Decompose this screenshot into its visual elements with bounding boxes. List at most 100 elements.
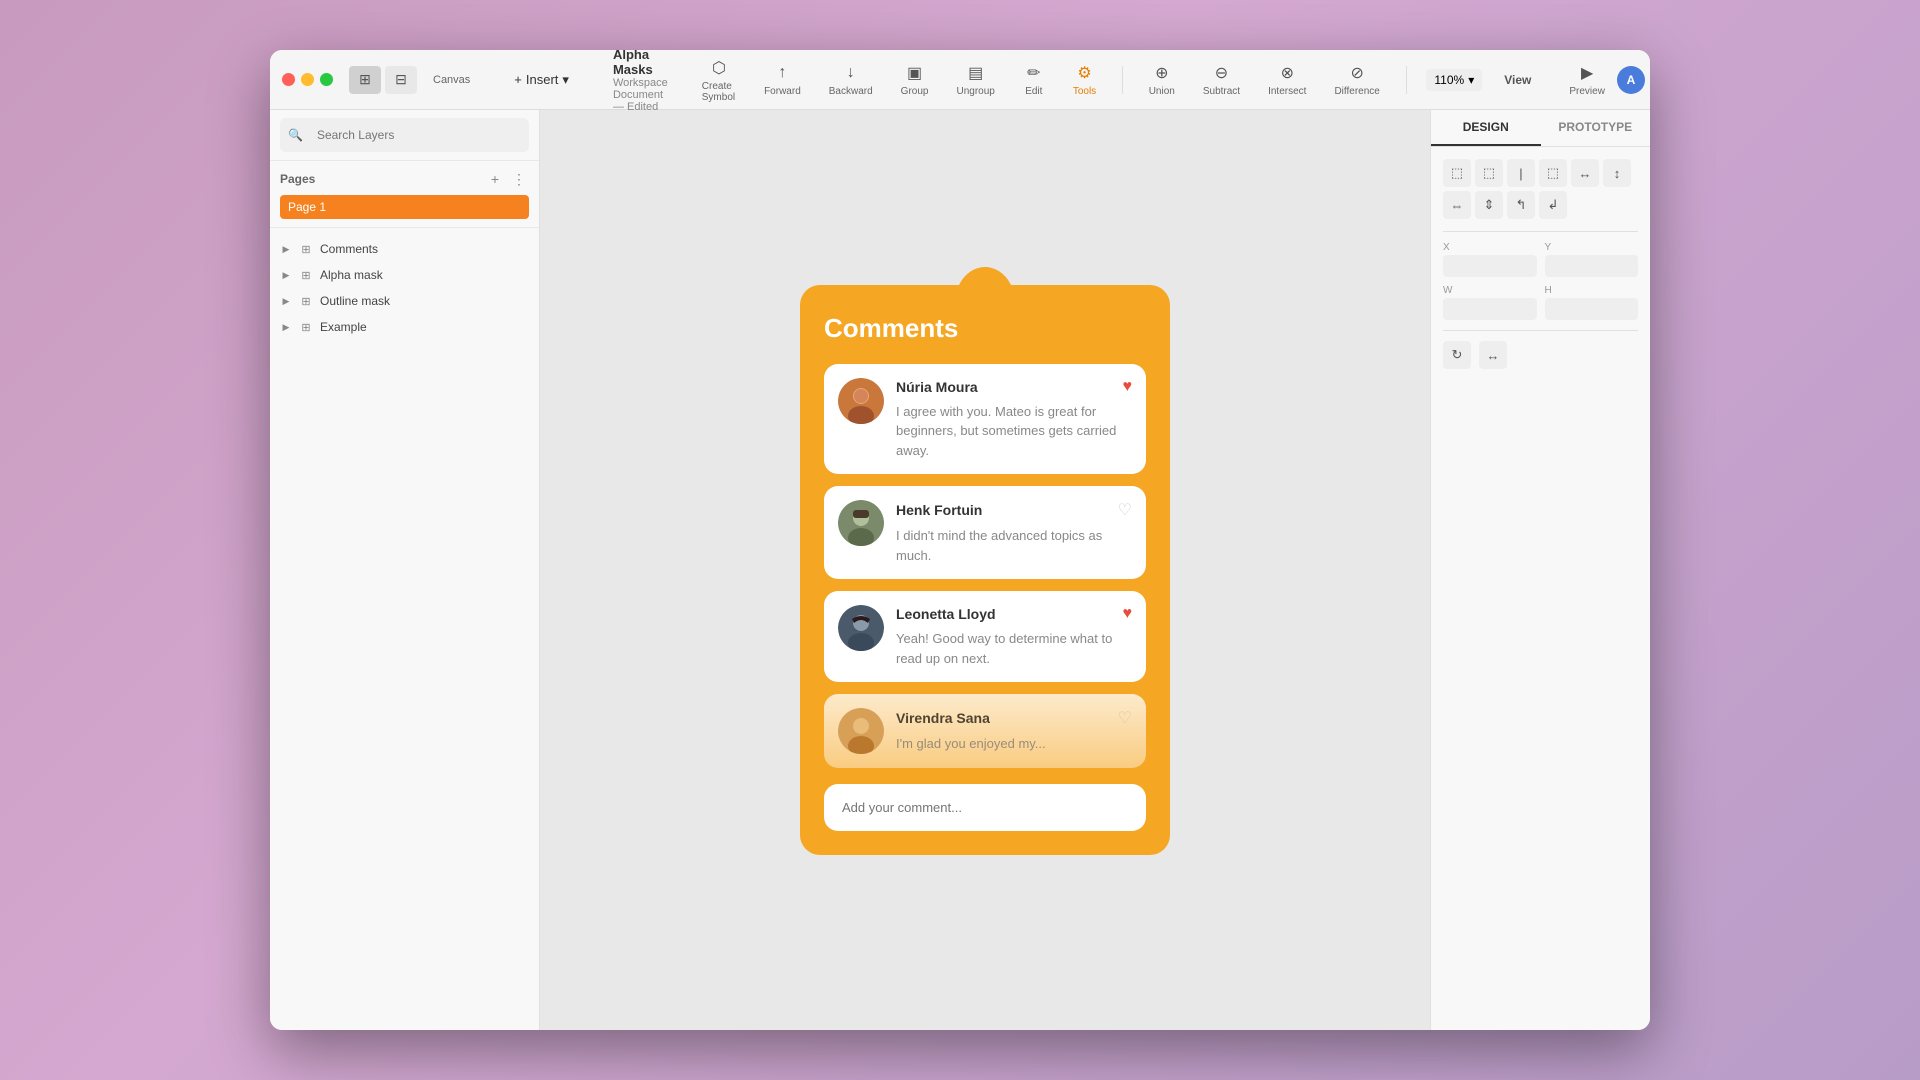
pages-header: Pages + ⋮ bbox=[280, 169, 529, 189]
y-field: Y bbox=[1545, 242, 1639, 277]
comment-header-virendra: Virendra Sana ♡ bbox=[896, 708, 1132, 728]
preview-icon: ▶ bbox=[1576, 62, 1598, 84]
tools-tool[interactable]: ⚙ Tools bbox=[1067, 60, 1102, 99]
create-symbol-icon: ⬡ bbox=[708, 57, 730, 79]
x-input[interactable] bbox=[1443, 255, 1537, 277]
heart-icon-henk[interactable]: ♡ bbox=[1118, 500, 1132, 520]
intersect-icon: ⊗ bbox=[1276, 62, 1298, 84]
forward-tool[interactable]: ↑ Forward bbox=[758, 60, 807, 99]
avatar-nuria bbox=[838, 378, 884, 424]
subtract-icon: ⊖ bbox=[1210, 62, 1232, 84]
page-item-page1[interactable]: Page 1 bbox=[280, 195, 529, 219]
preview-tool[interactable]: ▶ Preview bbox=[1569, 62, 1605, 97]
align-left-btn[interactable]: ⬚ bbox=[1443, 159, 1471, 187]
comment-text-leonetta: Yeah! Good way to determine what to read… bbox=[896, 629, 1132, 668]
ungroup-label: Ungroup bbox=[956, 86, 994, 97]
subtract-label: Subtract bbox=[1203, 86, 1240, 97]
rotate-icon[interactable]: ↻ bbox=[1443, 341, 1471, 369]
ungroup-tool[interactable]: ▤ Ungroup bbox=[950, 60, 1000, 99]
align-middle-btn[interactable]: ↔ bbox=[1571, 159, 1599, 187]
layer-item-outline-mask[interactable]: ▶ ⊞ Outline mask bbox=[270, 288, 539, 314]
flip-h-btn[interactable]: ↰ bbox=[1507, 191, 1535, 219]
backward-icon: ↓ bbox=[840, 62, 862, 84]
zoom-chevron-icon: ▾ bbox=[1468, 73, 1474, 87]
flip-icon[interactable]: ↔ bbox=[1479, 341, 1507, 369]
w-input[interactable] bbox=[1443, 298, 1537, 320]
distribute-v-btn[interactable]: ⇕ bbox=[1475, 191, 1503, 219]
union-tool[interactable]: ⊕ Union bbox=[1143, 60, 1181, 99]
difference-tool[interactable]: ⊘ Difference bbox=[1328, 60, 1385, 99]
forward-icon: ↑ bbox=[771, 62, 793, 84]
ungroup-icon: ▤ bbox=[965, 62, 987, 84]
group-label: Group bbox=[901, 86, 929, 97]
zoom-control[interactable]: 110% ▾ bbox=[1426, 69, 1482, 91]
pages-section: Pages + ⋮ Page 1 bbox=[270, 161, 539, 228]
insert-button[interactable]: + Insert ▾ bbox=[506, 68, 577, 92]
h-input[interactable] bbox=[1545, 298, 1639, 320]
align-top-btn[interactable]: ⬚ bbox=[1539, 159, 1567, 187]
layer-expand-icon: ▶ bbox=[280, 295, 292, 307]
layer-group-icon: ⊞ bbox=[298, 267, 314, 283]
distribute-h-btn[interactable]: ⇔ bbox=[1443, 191, 1471, 219]
add-comment-input[interactable] bbox=[824, 784, 1146, 831]
pages-actions: + ⋮ bbox=[485, 169, 529, 189]
align-center-btn[interactable]: ⬚ bbox=[1475, 159, 1503, 187]
layer-item-example[interactable]: ▶ ⊞ Example bbox=[270, 314, 539, 340]
flip-v-btn[interactable]: ↲ bbox=[1539, 191, 1567, 219]
layer-group-icon: ⊞ bbox=[298, 319, 314, 335]
canvas-single-view-btn[interactable]: ⊞ bbox=[349, 66, 381, 94]
pages-more-button[interactable]: ⋮ bbox=[509, 169, 529, 189]
heart-icon-virendra[interactable]: ♡ bbox=[1118, 708, 1132, 728]
preview-label: Preview bbox=[1569, 86, 1605, 97]
user-avatar[interactable]: A bbox=[1617, 66, 1645, 94]
edit-tool[interactable]: ✏ Edit bbox=[1017, 60, 1051, 99]
search-layers-input[interactable] bbox=[309, 123, 521, 147]
comment-header-leonetta: Leonetta Lloyd ♥ bbox=[896, 605, 1132, 623]
canvas-grid-view-btn[interactable]: ⊟ bbox=[385, 66, 417, 94]
y-input[interactable] bbox=[1545, 255, 1639, 277]
comment-text-nuria: I agree with you. Mateo is great for beg… bbox=[896, 402, 1132, 461]
add-page-button[interactable]: + bbox=[485, 169, 505, 189]
intersect-label: Intersect bbox=[1268, 86, 1306, 97]
subtract-tool[interactable]: ⊖ Subtract bbox=[1197, 60, 1246, 99]
tools-label: Tools bbox=[1073, 86, 1096, 97]
tab-prototype[interactable]: PROTOTYPE bbox=[1541, 110, 1651, 146]
comment-body-leonetta: Leonetta Lloyd ♥ Yeah! Good way to deter… bbox=[896, 605, 1132, 668]
layer-item-comments[interactable]: ▶ ⊞ Comments bbox=[270, 236, 539, 262]
main-content: 🔍 Pages + ⋮ Page 1 ▶ bbox=[270, 110, 1650, 1030]
comment-header-nuria: Núria Moura ♥ bbox=[896, 378, 1132, 396]
difference-icon: ⊘ bbox=[1346, 62, 1368, 84]
backward-tool[interactable]: ↓ Backward bbox=[823, 60, 879, 99]
view-tool[interactable]: View bbox=[1498, 71, 1537, 89]
create-symbol-tool[interactable]: ⬡ Create Symbol bbox=[696, 55, 742, 105]
h-label: H bbox=[1545, 285, 1639, 296]
traffic-light-close[interactable] bbox=[282, 73, 295, 86]
layer-group-icon: ⊞ bbox=[298, 293, 314, 309]
intersect-tool[interactable]: ⊗ Intersect bbox=[1262, 60, 1312, 99]
align-right-btn[interactable]: | bbox=[1507, 159, 1535, 187]
traffic-light-fullscreen[interactable] bbox=[320, 73, 333, 86]
tools-icon: ⚙ bbox=[1074, 62, 1096, 84]
canvas-label: Canvas bbox=[433, 74, 470, 86]
size-row: W H bbox=[1443, 285, 1638, 320]
traffic-lights bbox=[282, 73, 333, 86]
heart-icon-leonetta[interactable]: ♥ bbox=[1123, 605, 1133, 623]
align-bottom-btn[interactable]: ↕ bbox=[1603, 159, 1631, 187]
section-divider-2 bbox=[1443, 330, 1638, 331]
doc-info: Alpha Masks Workspace Document — Edited bbox=[613, 50, 668, 113]
avatar-virendra bbox=[838, 708, 884, 754]
traffic-light-minimize[interactable] bbox=[301, 73, 314, 86]
comment-body-virendra: Virendra Sana ♡ I'm glad you enjoyed my.… bbox=[896, 708, 1132, 754]
view-label: View bbox=[1504, 73, 1531, 87]
layer-item-alpha-mask[interactable]: ▶ ⊞ Alpha mask bbox=[270, 262, 539, 288]
heart-icon-nuria[interactable]: ♥ bbox=[1123, 378, 1133, 396]
doc-subtitle: Workspace Document — Edited bbox=[613, 77, 668, 113]
comment-body-henk: Henk Fortuin ♡ I didn't mind the advance… bbox=[896, 500, 1132, 565]
edit-icon: ✏ bbox=[1023, 62, 1045, 84]
union-icon: ⊕ bbox=[1151, 62, 1173, 84]
tab-design[interactable]: DESIGN bbox=[1431, 110, 1541, 146]
group-tool[interactable]: ▣ Group bbox=[895, 60, 935, 99]
app-window: ⊞ ⊟ Canvas + Insert ▾ Alpha Masks Worksp… bbox=[270, 50, 1650, 1030]
position-row: X Y bbox=[1443, 242, 1638, 277]
layer-expand-icon: ▶ bbox=[280, 321, 292, 333]
